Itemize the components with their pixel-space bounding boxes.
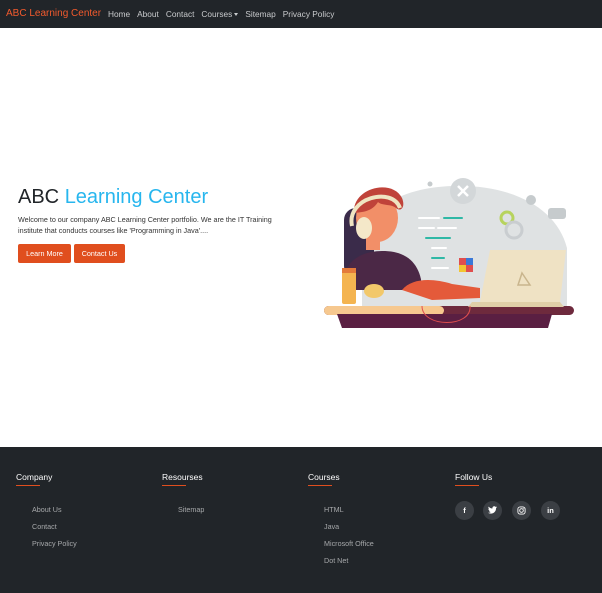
- footer-company-title: Company: [16, 472, 53, 482]
- dot-icon: [427, 181, 433, 187]
- headphone-cup: [356, 217, 372, 239]
- navbar: ABC Learning Center Home About Contact Cour…: [0, 0, 602, 28]
- learn-more-button[interactable]: Learn More: [18, 244, 71, 263]
- nav-contact[interactable]: Contact: [166, 9, 195, 19]
- chat-bubble-icon: [548, 208, 566, 219]
- facebook-icon[interactable]: f: [455, 501, 474, 520]
- footer-link-sitemap[interactable]: Sitemap: [178, 505, 204, 514]
- footer-link-about-us[interactable]: About Us: [32, 505, 77, 514]
- footer-link-dot-net[interactable]: Dot Net: [324, 556, 374, 565]
- desk-top: [324, 306, 444, 315]
- contact-us-button[interactable]: Contact Us: [74, 244, 125, 263]
- hero-description: Welcome to our company ABC Learning Cent…: [18, 215, 272, 235]
- nav-courses-dropdown[interactable]: Courses: [201, 9, 239, 19]
- brand-link[interactable]: ABC Learning Center: [6, 8, 101, 19]
- footer-link-html[interactable]: HTML: [324, 505, 374, 514]
- footer-link-privacy-policy[interactable]: Privacy Policy: [32, 539, 77, 548]
- footer-follow: Follow Us: [455, 472, 493, 487]
- footer: Company About Us Contact Privacy Policy …: [0, 447, 602, 593]
- laptop-base: [468, 302, 564, 307]
- nav-about[interactable]: About: [137, 9, 159, 19]
- hero-title-main: ABC: [18, 186, 60, 208]
- divider: [16, 485, 40, 487]
- desk-base: [337, 314, 552, 328]
- laptop-screen: [480, 250, 566, 302]
- hero-illustration: [324, 178, 574, 328]
- cup: [342, 268, 356, 304]
- twitter-icon[interactable]: [483, 501, 502, 520]
- hero-title-accent: Learning Center: [64, 186, 209, 208]
- nav-links: Home About Contact Courses Sitemap Privacy Po…: [108, 9, 341, 19]
- hero-title: ABC Learning Center: [18, 186, 208, 209]
- footer-link-contact[interactable]: Contact: [32, 522, 77, 531]
- nav-sitemap[interactable]: Sitemap: [245, 9, 275, 19]
- footer-courses-title: Courses: [308, 472, 340, 482]
- footer-link-microsoft-office[interactable]: Microsoft Office: [324, 539, 374, 548]
- nav-courses-label: Courses: [201, 9, 233, 19]
- footer-resources: Resourses Sitemap: [162, 472, 204, 514]
- nav-home[interactable]: Home: [108, 9, 130, 19]
- linkedin-icon[interactable]: in: [541, 501, 560, 520]
- instagram-icon[interactable]: [512, 501, 531, 520]
- divider: [308, 485, 332, 487]
- chevron-down-icon: [234, 13, 239, 16]
- footer-company: Company About Us Contact Privacy Policy: [16, 472, 77, 548]
- burger: [364, 284, 384, 298]
- footer-resources-title: Resourses: [162, 472, 203, 482]
- footer-courses: Courses HTML Java Microsoft Office Dot N…: [308, 472, 374, 565]
- footer-follow-title: Follow Us: [455, 472, 493, 482]
- divider: [455, 485, 479, 487]
- footer-link-java[interactable]: Java: [324, 522, 374, 531]
- nav-privacy-policy[interactable]: Privacy Policy: [283, 9, 335, 19]
- dot-icon: [526, 195, 536, 205]
- divider: [162, 485, 186, 487]
